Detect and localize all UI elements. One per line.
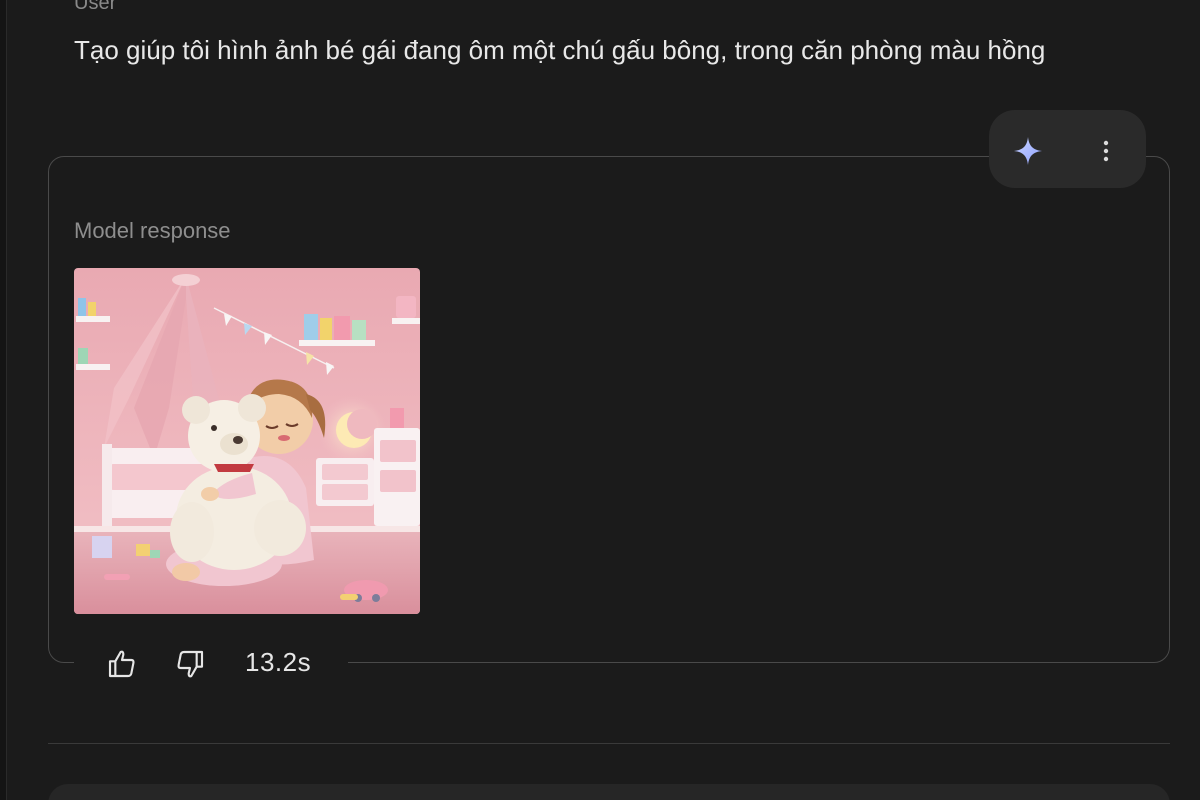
user-prompt-text: Tạo giúp tôi hình ảnh bé gái đang ôm một… (74, 35, 1046, 65)
thumbs-up-button[interactable] (102, 644, 142, 684)
thumb-down-icon (177, 650, 204, 678)
sparkle-button[interactable] (1006, 131, 1050, 171)
model-response-label: Model response (74, 218, 231, 243)
girl-hugging-teddy-bear-image (74, 268, 420, 614)
thumb-up-icon (108, 650, 135, 678)
turn-divider (48, 743, 1170, 744)
sparkle-icon (1014, 137, 1042, 165)
chat-page: User Tạo giúp tôi hình ảnh bé gái đang ô… (0, 0, 1200, 800)
user-role-label: User (74, 0, 117, 14)
next-turn-container (48, 784, 1170, 800)
more-vert-icon (1103, 140, 1109, 162)
response-time: 13.2s (245, 647, 312, 677)
thumbs-down-button[interactable] (170, 644, 210, 684)
left-panel-edge (0, 0, 7, 800)
generated-image[interactable] (74, 268, 420, 614)
more-options-button[interactable] (1088, 131, 1124, 171)
